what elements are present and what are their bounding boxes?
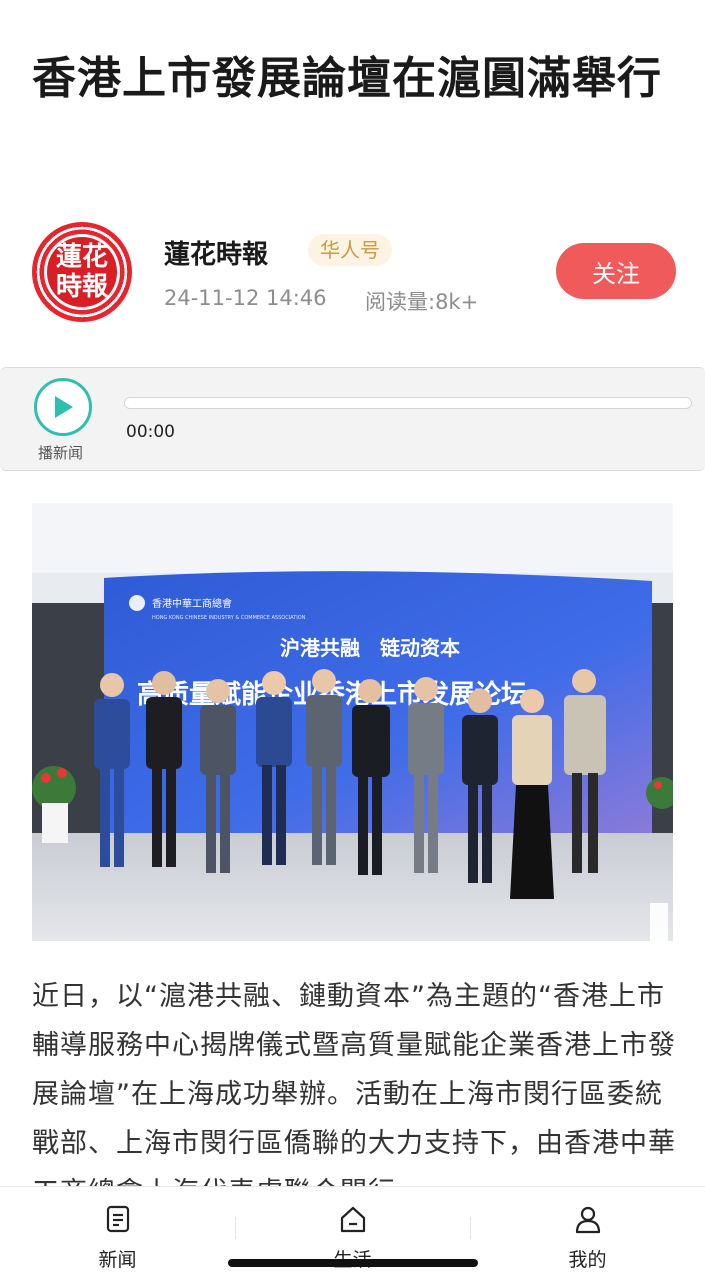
- photo-org-name-en: HONG KONG CHINESE INDUSTRY & COMMERCE AS…: [152, 615, 306, 621]
- author-badge: 华人号: [308, 234, 392, 266]
- article-title: 香港上市發展論壇在滬圓滿舉行: [32, 53, 662, 104]
- author-row: 蓮花 時報 蓮花時報 华人号 24-11-12 14:46 阅读量:8k+ 关注: [32, 222, 682, 326]
- photo-org-name: 香港中華工商總會: [152, 597, 232, 610]
- audio-player: 播新闻 00:00: [0, 367, 705, 471]
- person-icon: [575, 1206, 601, 1234]
- publish-date: 24-11-12 14:46: [164, 286, 327, 310]
- home-indicator[interactable]: [228, 1259, 478, 1267]
- play-button[interactable]: [34, 378, 92, 436]
- article-page: 香港上市發展論壇在滬圓滿舉行 蓮花 時報 蓮花時報 华人号 24-11-12 1…: [0, 0, 705, 1280]
- audio-progress-bar[interactable]: [124, 397, 692, 409]
- home-icon: [340, 1206, 366, 1233]
- follow-button[interactable]: 关注: [556, 243, 676, 299]
- event-photo-illustration: 香港中華工商總會 HONG KONG CHINESE INDUSTRY & CO…: [32, 503, 673, 941]
- logo-text-top: 蓮花: [55, 242, 108, 272]
- tab-news-label: 新闻: [98, 1249, 137, 1271]
- play-label: 播新闻: [38, 444, 84, 462]
- play-icon: [55, 396, 73, 418]
- tab-mine-label: 我的: [568, 1249, 607, 1271]
- tab-mine[interactable]: 我的: [470, 1187, 705, 1280]
- publisher-logo-mark: 蓮花 時報: [44, 234, 120, 310]
- tab-news[interactable]: 新闻: [0, 1187, 235, 1280]
- photo-backdrop-line1: 沪港共融 链动资本: [280, 636, 460, 660]
- publisher-logo[interactable]: 蓮花 時報: [32, 222, 132, 322]
- article-body: 近日，以“滬港共融、鏈動資本”為主題的“香港上市輔導服務中心揭牌儀式暨高質量賦能…: [32, 981, 676, 1208]
- audio-time: 00:00: [126, 422, 175, 442]
- read-count: 阅读量:8k+: [365, 290, 479, 314]
- author-name[interactable]: 蓮花時報: [164, 234, 268, 271]
- article-photo[interactable]: 香港中華工商總會 HONG KONG CHINESE INDUSTRY & CO…: [32, 503, 673, 941]
- logo-text-bottom: 時報: [55, 272, 108, 302]
- news-icon: [106, 1205, 130, 1233]
